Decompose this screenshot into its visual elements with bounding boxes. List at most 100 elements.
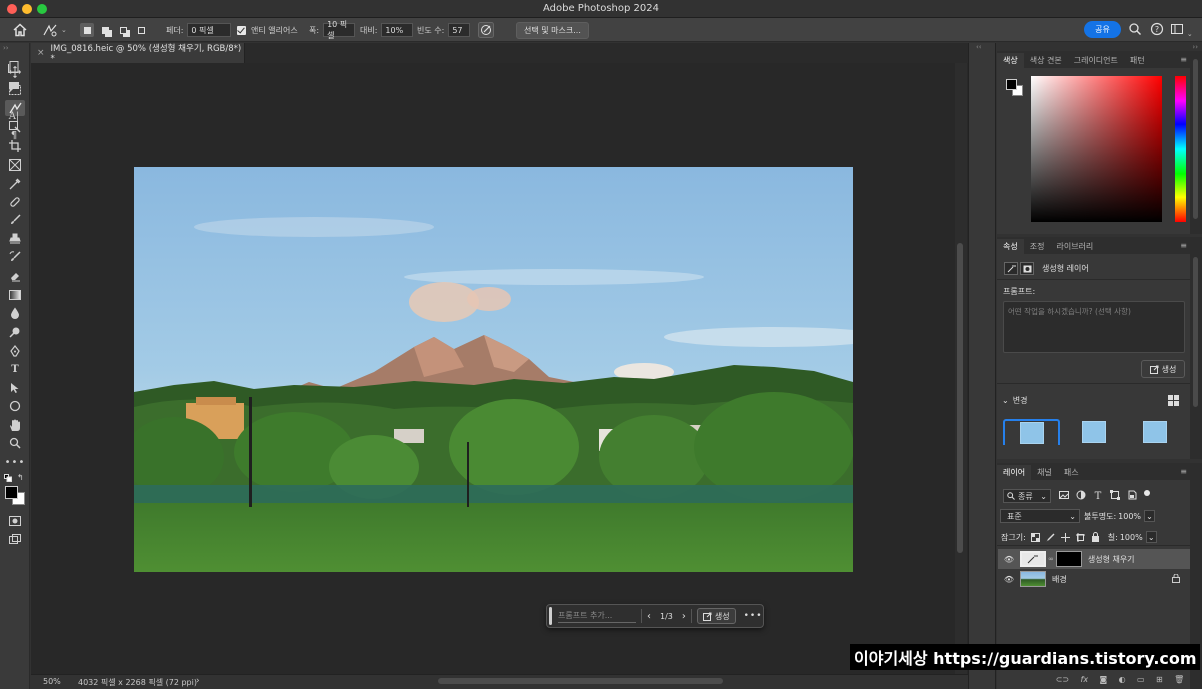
- blur-tool[interactable]: [5, 305, 25, 321]
- tab-swatches[interactable]: 색상 견본: [1024, 53, 1068, 68]
- prompt-input[interactable]: 프롬프트 추가...: [558, 610, 636, 623]
- tab-patterns[interactable]: 패턴: [1124, 53, 1151, 68]
- workspace-button[interactable]: ⌄: [1170, 22, 1193, 39]
- default-colors-button[interactable]: [4, 474, 12, 485]
- panel-scrollbar[interactable]: [1190, 237, 1202, 459]
- clone-stamp-tool[interactable]: [5, 231, 25, 247]
- filter-toggle-icon[interactable]: [1144, 490, 1150, 496]
- panel-menu-icon[interactable]: ≡: [1180, 467, 1187, 476]
- adjustment-layer-icon[interactable]: ◐: [1119, 675, 1126, 684]
- panel-scrollbar[interactable]: [1190, 51, 1202, 234]
- scroll-thumb[interactable]: [1193, 59, 1198, 219]
- dodge-tool[interactable]: [5, 324, 25, 340]
- lock-artboard-icon[interactable]: [1075, 532, 1085, 542]
- brush-tool[interactable]: [5, 212, 25, 228]
- panel-menu-icon[interactable]: ≡: [1180, 241, 1187, 250]
- blend-mode-select[interactable]: 표준 ⌄: [1000, 509, 1080, 523]
- grid-view-button[interactable]: [1168, 395, 1179, 409]
- character-panel-button[interactable]: A|: [7, 109, 21, 123]
- new-group-icon[interactable]: ▭: [1137, 675, 1145, 684]
- adjustment-filter-icon[interactable]: [1076, 490, 1086, 500]
- link-layers-icon[interactable]: ⊂⊃: [1056, 675, 1069, 684]
- lock-transparent-icon[interactable]: [1030, 532, 1040, 542]
- layer-row[interactable]: 👁 ∞ 생성형 채우기: [998, 549, 1190, 569]
- frequency-input[interactable]: 57: [448, 23, 471, 37]
- intersect-selection-button[interactable]: [134, 23, 148, 37]
- collapse-icon[interactable]: ››: [1192, 43, 1198, 51]
- layer-mask-thumbnail[interactable]: [1055, 551, 1082, 567]
- trash-icon[interactable]: 🗑: [1174, 675, 1184, 684]
- type-filter-icon[interactable]: T: [1093, 490, 1103, 500]
- lock-pixels-icon[interactable]: [1046, 533, 1055, 542]
- zoom-tool[interactable]: [5, 435, 25, 451]
- eye-icon[interactable]: 👁: [1002, 575, 1016, 584]
- panel-menu-icon[interactable]: ≡: [1180, 55, 1187, 64]
- healing-brush-tool[interactable]: [5, 194, 25, 210]
- smart-object-filter-icon[interactable]: [1127, 490, 1137, 500]
- antialias-checkbox[interactable]: [237, 25, 246, 35]
- eyedropper-tool[interactable]: [5, 176, 25, 192]
- foreground-color-swatch[interactable]: [5, 486, 18, 499]
- history-brush-tool[interactable]: [5, 249, 25, 265]
- generate-button[interactable]: 생성: [696, 608, 736, 624]
- paragraph-panel-button[interactable]: ¶: [7, 128, 21, 142]
- chevron-right-icon[interactable]: ›: [196, 676, 200, 686]
- history-panel-button[interactable]: [7, 60, 21, 74]
- pixel-filter-icon[interactable]: [1059, 490, 1069, 500]
- pen-tool[interactable]: [5, 343, 25, 359]
- search-button[interactable]: [1128, 22, 1142, 39]
- fill-dropdown[interactable]: ⌄: [1145, 531, 1157, 543]
- new-layer-icon[interactable]: ⊞: [1156, 675, 1163, 684]
- variation-thumbnail[interactable]: [1065, 419, 1122, 445]
- expand-icon[interactable]: ‹‹: [976, 43, 982, 51]
- gradient-tool[interactable]: [5, 287, 25, 303]
- tab-libraries[interactable]: 라이브러리: [1050, 239, 1099, 254]
- lock-all-icon[interactable]: [1091, 532, 1100, 542]
- variation-thumbnail[interactable]: [1126, 419, 1183, 445]
- lock-position-icon[interactable]: [1060, 532, 1070, 542]
- tool-preset-picker[interactable]: ⌄: [42, 22, 67, 38]
- document-tab[interactable]: × IMG_0816.heic @ 50% (생성형 채우기, RGB/8*) …: [31, 43, 245, 64]
- shape-tool[interactable]: [5, 398, 25, 414]
- scroll-thumb[interactable]: [957, 243, 963, 553]
- previous-variation-button[interactable]: ‹: [647, 611, 651, 622]
- swap-colors-button[interactable]: ↰: [17, 473, 24, 482]
- tab-channels[interactable]: 채널: [1031, 465, 1058, 480]
- subtract-selection-button[interactable]: [116, 23, 130, 37]
- help-button[interactable]: ?: [1150, 22, 1164, 39]
- zoom-level[interactable]: 50%: [43, 677, 61, 686]
- fg-color-chip[interactable]: [1006, 79, 1017, 90]
- collapse-icon[interactable]: ››: [3, 44, 9, 52]
- type-tool[interactable]: T: [5, 361, 25, 377]
- tab-color[interactable]: 색상: [997, 53, 1024, 68]
- more-options-button[interactable]: •••: [744, 611, 763, 621]
- tab-properties[interactable]: 속성: [997, 239, 1024, 254]
- shape-filter-icon[interactable]: [1110, 490, 1120, 500]
- eraser-tool[interactable]: [5, 268, 25, 284]
- color-field[interactable]: [1031, 76, 1162, 222]
- prompt-textarea[interactable]: 어떤 작업을 하시겠습니까? (선택 사항): [1003, 301, 1185, 353]
- opacity-dropdown[interactable]: ⌄: [1144, 510, 1156, 522]
- new-selection-button[interactable]: [80, 23, 94, 37]
- feather-input[interactable]: 0 픽셀: [187, 23, 232, 37]
- comments-panel-button[interactable]: [7, 80, 21, 94]
- close-tab-icon[interactable]: ×: [37, 48, 45, 58]
- document-image[interactable]: [134, 167, 853, 572]
- tab-gradients[interactable]: 그레이디언트: [1068, 53, 1124, 68]
- tab-layers[interactable]: 레이어: [997, 465, 1032, 480]
- fx-icon[interactable]: fx: [1081, 675, 1089, 684]
- properties-generate-button[interactable]: 생성: [1141, 360, 1185, 378]
- chain-link-icon[interactable]: ∞: [1048, 555, 1054, 563]
- eye-icon[interactable]: 👁: [1002, 555, 1016, 564]
- contrast-input[interactable]: 10%: [381, 23, 414, 37]
- layer-row[interactable]: 👁 배경: [998, 569, 1190, 589]
- add-mask-icon[interactable]: ◙: [1099, 675, 1107, 684]
- scroll-thumb[interactable]: [1193, 257, 1198, 407]
- next-variation-button[interactable]: ›: [682, 611, 686, 622]
- home-button[interactable]: [12, 22, 28, 38]
- share-button[interactable]: 공유: [1084, 21, 1121, 38]
- hue-slider[interactable]: [1175, 76, 1186, 222]
- frame-tool[interactable]: [5, 157, 25, 173]
- variations-header[interactable]: ⌄ 변경: [1002, 395, 1027, 406]
- pen-pressure-button[interactable]: [478, 22, 494, 38]
